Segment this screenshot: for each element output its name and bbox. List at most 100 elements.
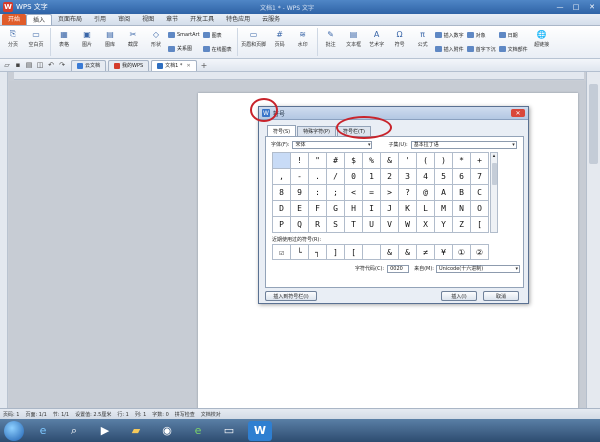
symbol-cell[interactable]: D <box>273 201 291 217</box>
windows-start-button[interactable] <box>4 420 24 441</box>
symbol-cell[interactable]: - <box>291 169 309 185</box>
symbol-cell[interactable]: = <box>363 185 381 201</box>
gallery-button[interactable]: ▤ 图库 <box>99 28 121 49</box>
symbol-cell[interactable] <box>273 153 291 169</box>
screen-icon[interactable]: ▭ <box>217 421 241 441</box>
symbol-cell[interactable]: + <box>471 153 489 169</box>
symbol-cell[interactable]: / <box>327 169 345 185</box>
symbol-cell[interactable]: ' <box>399 153 417 169</box>
undo-icon[interactable]: ↶ <box>47 61 55 69</box>
redo-icon[interactable]: ↷ <box>58 61 66 69</box>
symbol-cell[interactable]: 3 <box>399 169 417 185</box>
recent-symbol-cell[interactable]: ] <box>327 245 345 260</box>
symbol-cell[interactable]: 8 <box>273 185 291 201</box>
recent-symbol-cell[interactable]: [ <box>345 245 363 260</box>
symbol-cell[interactable]: 7 <box>471 169 489 185</box>
symbol-cell[interactable]: T <box>345 217 363 233</box>
symbol-cell[interactable]: Q <box>291 217 309 233</box>
recent-symbol-cell[interactable]: ② <box>471 245 489 260</box>
symbol-cell[interactable]: Z <box>453 217 471 233</box>
tab-page-layout[interactable]: 页面布局 <box>52 14 88 25</box>
tab-symbols[interactable]: 符号(S) <box>267 125 297 136</box>
symbol-cell[interactable]: A <box>435 185 453 201</box>
recent-symbol-cell[interactable]: ① <box>453 245 471 260</box>
chrome-icon[interactable]: ◉ <box>155 421 179 441</box>
online-chart-button[interactable]: 在线图表 <box>202 46 232 53</box>
symbol-cell[interactable]: M <box>435 201 453 217</box>
search-icon[interactable]: ⌕ <box>62 421 86 441</box>
doc-parts-button[interactable]: 文档部件 <box>498 46 528 53</box>
page-break-button[interactable]: ⎘ 分页 <box>2 28 24 48</box>
comment-button[interactable]: ✎ 批注 <box>320 28 342 49</box>
symbol-cell[interactable]: J <box>381 201 399 217</box>
scroll-up-icon[interactable]: ▴ <box>491 153 497 159</box>
symbol-cell[interactable]: 4 <box>417 169 435 185</box>
symbol-cell[interactable]: ; <box>327 185 345 201</box>
tab-document-1[interactable]: 文档1 * ✕ <box>151 59 197 71</box>
tab-insert[interactable]: 插入 <box>26 14 53 25</box>
wps-logo-icon[interactable]: W <box>3 2 13 12</box>
tab-cloud-doc[interactable]: 云文档 <box>71 59 107 71</box>
screenshot-button[interactable]: ✂ 截屏 <box>122 28 144 49</box>
tab-special-characters[interactable]: 特殊字符(P) <box>297 126 336 136</box>
insert-attachment-button[interactable]: 插入附件 <box>434 46 464 53</box>
folder-icon[interactable]: ▰ <box>124 421 148 441</box>
browser-icon[interactable]: e <box>186 421 210 441</box>
insert-button[interactable]: 插入(I) <box>441 291 477 301</box>
word-art-button[interactable]: A 艺术字 <box>366 28 388 49</box>
status-item[interactable]: 文档校对 <box>201 411 221 418</box>
symbol-cell[interactable]: : <box>309 185 327 201</box>
tab-my-wps[interactable]: 我的WPS <box>108 59 150 71</box>
symbol-cell[interactable]: ! <box>291 153 309 169</box>
symbol-cell[interactable]: 2 <box>381 169 399 185</box>
symbol-cell[interactable]: > <box>381 185 399 201</box>
symbol-cell[interactable]: 6 <box>453 169 471 185</box>
tab-developer[interactable]: 开发工具 <box>184 14 220 25</box>
recent-symbol-cell[interactable]: ┐ <box>309 245 327 260</box>
tab-features[interactable]: 特色应用 <box>220 14 256 25</box>
symbol-cell[interactable]: H <box>345 201 363 217</box>
tab-cloud[interactable]: 云服务 <box>256 14 286 25</box>
symbol-cell[interactable]: E <box>291 201 309 217</box>
symbol-cell[interactable]: # <box>327 153 345 169</box>
shape-button[interactable]: ◇ 形状 <box>145 28 167 49</box>
symbol-cell[interactable]: P <box>273 217 291 233</box>
symbol-cell[interactable]: ) <box>435 153 453 169</box>
symbol-cell[interactable]: I <box>363 201 381 217</box>
drop-cap-button[interactable]: 首字下沉 <box>466 46 496 53</box>
recent-symbol-cell[interactable]: └ <box>291 245 309 260</box>
symbol-cell[interactable]: [ <box>471 217 489 233</box>
symbol-cell[interactable]: 0 <box>345 169 363 185</box>
symbol-cell[interactable]: @ <box>417 185 435 201</box>
symbol-button[interactable]: Ω 符号 <box>389 28 411 49</box>
symbol-cell[interactable]: K <box>399 201 417 217</box>
symbol-cell[interactable]: L <box>417 201 435 217</box>
symbol-cell[interactable]: & <box>381 153 399 169</box>
symbol-cell[interactable]: % <box>363 153 381 169</box>
symbol-cell[interactable]: F <box>309 201 327 217</box>
symbol-grid-scrollbar[interactable]: ▴ <box>490 152 498 233</box>
symbol-cell[interactable]: ( <box>417 153 435 169</box>
blank-page-button[interactable]: ▭ 空白页 <box>25 28 47 49</box>
symbol-cell[interactable]: S <box>327 217 345 233</box>
header-footer-button[interactable]: ▭ 页眉和页脚 <box>240 28 268 49</box>
table-button[interactable]: ▦ 表格 <box>53 28 75 49</box>
symbol-cell[interactable]: 1 <box>363 169 381 185</box>
tab-references[interactable]: 引用 <box>88 14 112 25</box>
symbol-cell[interactable]: * <box>453 153 471 169</box>
formula-button[interactable]: π 公式 <box>412 28 434 49</box>
symbol-cell[interactable]: . <box>309 169 327 185</box>
font-select[interactable]: 宋体 ▾ <box>292 140 373 149</box>
smartart-button[interactable]: SmartArt <box>168 31 200 38</box>
symbol-cell[interactable]: O <box>471 201 489 217</box>
symbol-cell[interactable]: $ <box>345 153 363 169</box>
symbol-cell[interactable]: , <box>273 169 291 185</box>
symbol-cell[interactable]: Y <box>435 217 453 233</box>
recent-symbol-cell[interactable]: ¥ <box>435 245 453 260</box>
vertical-scrollbar[interactable] <box>586 72 600 408</box>
tab-review[interactable]: 审阅 <box>112 14 136 25</box>
page-number-button[interactable]: # 页码 <box>269 28 291 49</box>
insert-to-symbol-bar-button[interactable]: 插入到符号栏(I) <box>265 291 317 301</box>
symbol-cell[interactable]: U <box>363 217 381 233</box>
symbol-cell[interactable]: V <box>381 217 399 233</box>
